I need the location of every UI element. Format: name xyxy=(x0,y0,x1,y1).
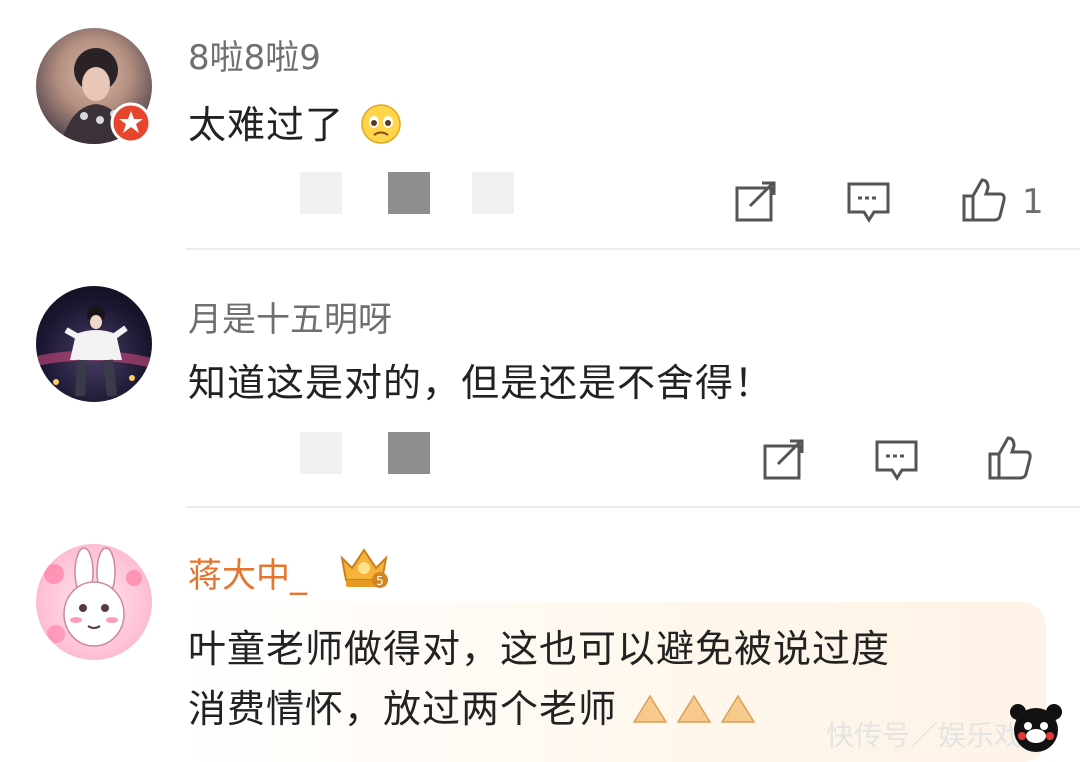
avatar[interactable] xyxy=(36,286,152,402)
svg-text:5: 5 xyxy=(376,574,384,588)
username[interactable]: 蒋大中_ xyxy=(188,548,307,597)
avatar[interactable] xyxy=(36,544,152,660)
like-icon[interactable] xyxy=(960,176,1008,224)
crown-badge-icon: 5 xyxy=(340,548,388,588)
repost-icon[interactable] xyxy=(762,438,806,482)
comment-text-line-2: 消费情怀，放过两个老师 xyxy=(188,678,762,733)
blurred-image-placeholder xyxy=(472,172,514,214)
pray-hands-emoji-icon xyxy=(632,694,756,723)
comment-text: 知道这是对的，但是还是不舍得！ xyxy=(188,361,774,405)
comment-item-1: 8啦8啦9 太难过了 1 xyxy=(0,0,1080,250)
blurred-image-placeholder xyxy=(300,432,342,474)
mascot-logo-icon xyxy=(1010,704,1062,752)
comment-text-line-1: 叶童老师做得对，这也可以避免被说过度 xyxy=(188,627,891,671)
verified-badge-icon xyxy=(110,102,152,144)
sad-face-emoji-icon xyxy=(361,104,401,144)
blurred-image-placeholder xyxy=(388,172,430,214)
watermark: 快传号／娱乐戏 xyxy=(825,719,1022,752)
username[interactable]: 月是十五明呀 xyxy=(188,292,392,341)
like-count: 1 xyxy=(1022,182,1044,222)
repost-icon[interactable] xyxy=(734,180,778,224)
avatar-image xyxy=(36,305,152,397)
avatar-image xyxy=(44,547,142,647)
comment-icon[interactable] xyxy=(846,180,892,224)
blurred-image-placeholder xyxy=(388,432,430,474)
blurred-image-placeholder xyxy=(300,172,342,214)
like-icon[interactable] xyxy=(986,434,1034,482)
username[interactable]: 8啦8啦9 xyxy=(188,30,321,79)
comment-item-2: 月是十五明呀 知道这是对的，但是还是不舍得！ xyxy=(0,250,1080,508)
comment-icon[interactable] xyxy=(874,438,920,482)
comment-text: 太难过了 xyxy=(188,94,403,149)
